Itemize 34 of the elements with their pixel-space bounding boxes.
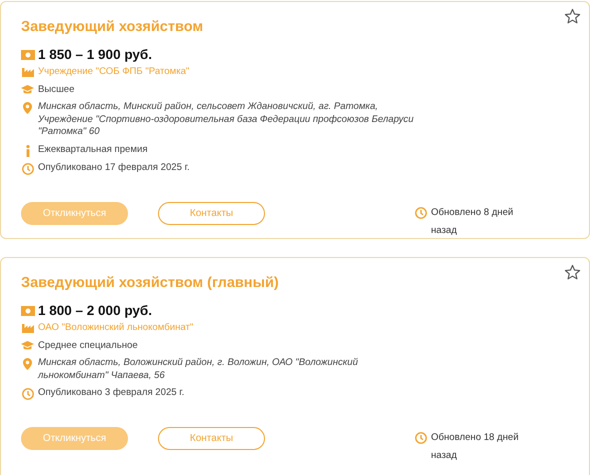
employer-link[interactable]: Учреждение "СОБ ФПБ "Ратомка" <box>38 66 190 78</box>
clock-icon <box>22 162 34 174</box>
bonus-text: Ежеквартальная премия <box>38 144 148 156</box>
graduation-cap-icon <box>21 340 34 350</box>
apply-button[interactable]: Откликнуться <box>21 202 128 224</box>
factory-icon <box>22 67 34 77</box>
updated-text: Обновлено 18 дней назад <box>431 431 520 463</box>
address-text: Минская область, Минский район, сельсовет Ждановичский, аг. Ратомка, Учреждение "Спортивно-оздоровительная база Федерации профсоюзов Беларуси "Ратомка" 60 <box>38 101 415 138</box>
info-icon <box>24 144 30 156</box>
salary-range: 1 850 – 1 900 руб. <box>38 47 152 62</box>
vacancy-title[interactable]: Заведующий хозяйством <box>21 19 204 35</box>
contacts-button[interactable]: Контакты <box>158 202 265 224</box>
clock-icon <box>22 388 34 400</box>
graduation-cap-icon <box>21 84 34 94</box>
star-icon[interactable] <box>564 264 581 281</box>
banknote-icon <box>21 306 35 316</box>
apply-button[interactable]: Откликнуться <box>21 427 128 450</box>
contacts-button[interactable]: Контакты <box>158 427 265 450</box>
education-text: Высшее <box>38 84 74 96</box>
address-text: Минская область, Воложинский район, г. Воложин, ОАО "Воложинский льнокомбинат" Чапаева, 56 <box>38 357 359 382</box>
salary-range: 1 800 – 2 000 руб. <box>38 303 152 318</box>
clock-icon <box>415 432 427 444</box>
star-icon[interactable] <box>564 8 581 25</box>
location-pin-icon <box>23 102 32 114</box>
banknote-icon <box>21 50 35 60</box>
published-date: Опубликовано 3 февраля 2025 г. <box>38 387 184 400</box>
vacancy-title[interactable]: Заведующий хозяйством (главный) <box>21 275 279 291</box>
factory-icon <box>22 323 34 333</box>
education-text: Среднее специальное <box>38 340 138 352</box>
employer-link[interactable]: ОАО "Воложинский льнокомбинат" <box>38 322 194 334</box>
updated-text: Обновлено 8 дней назад <box>431 206 514 238</box>
clock-icon <box>415 206 427 218</box>
published-date: Опубликовано 17 февраля 2025 г. <box>38 162 190 174</box>
location-pin-icon <box>23 358 32 370</box>
